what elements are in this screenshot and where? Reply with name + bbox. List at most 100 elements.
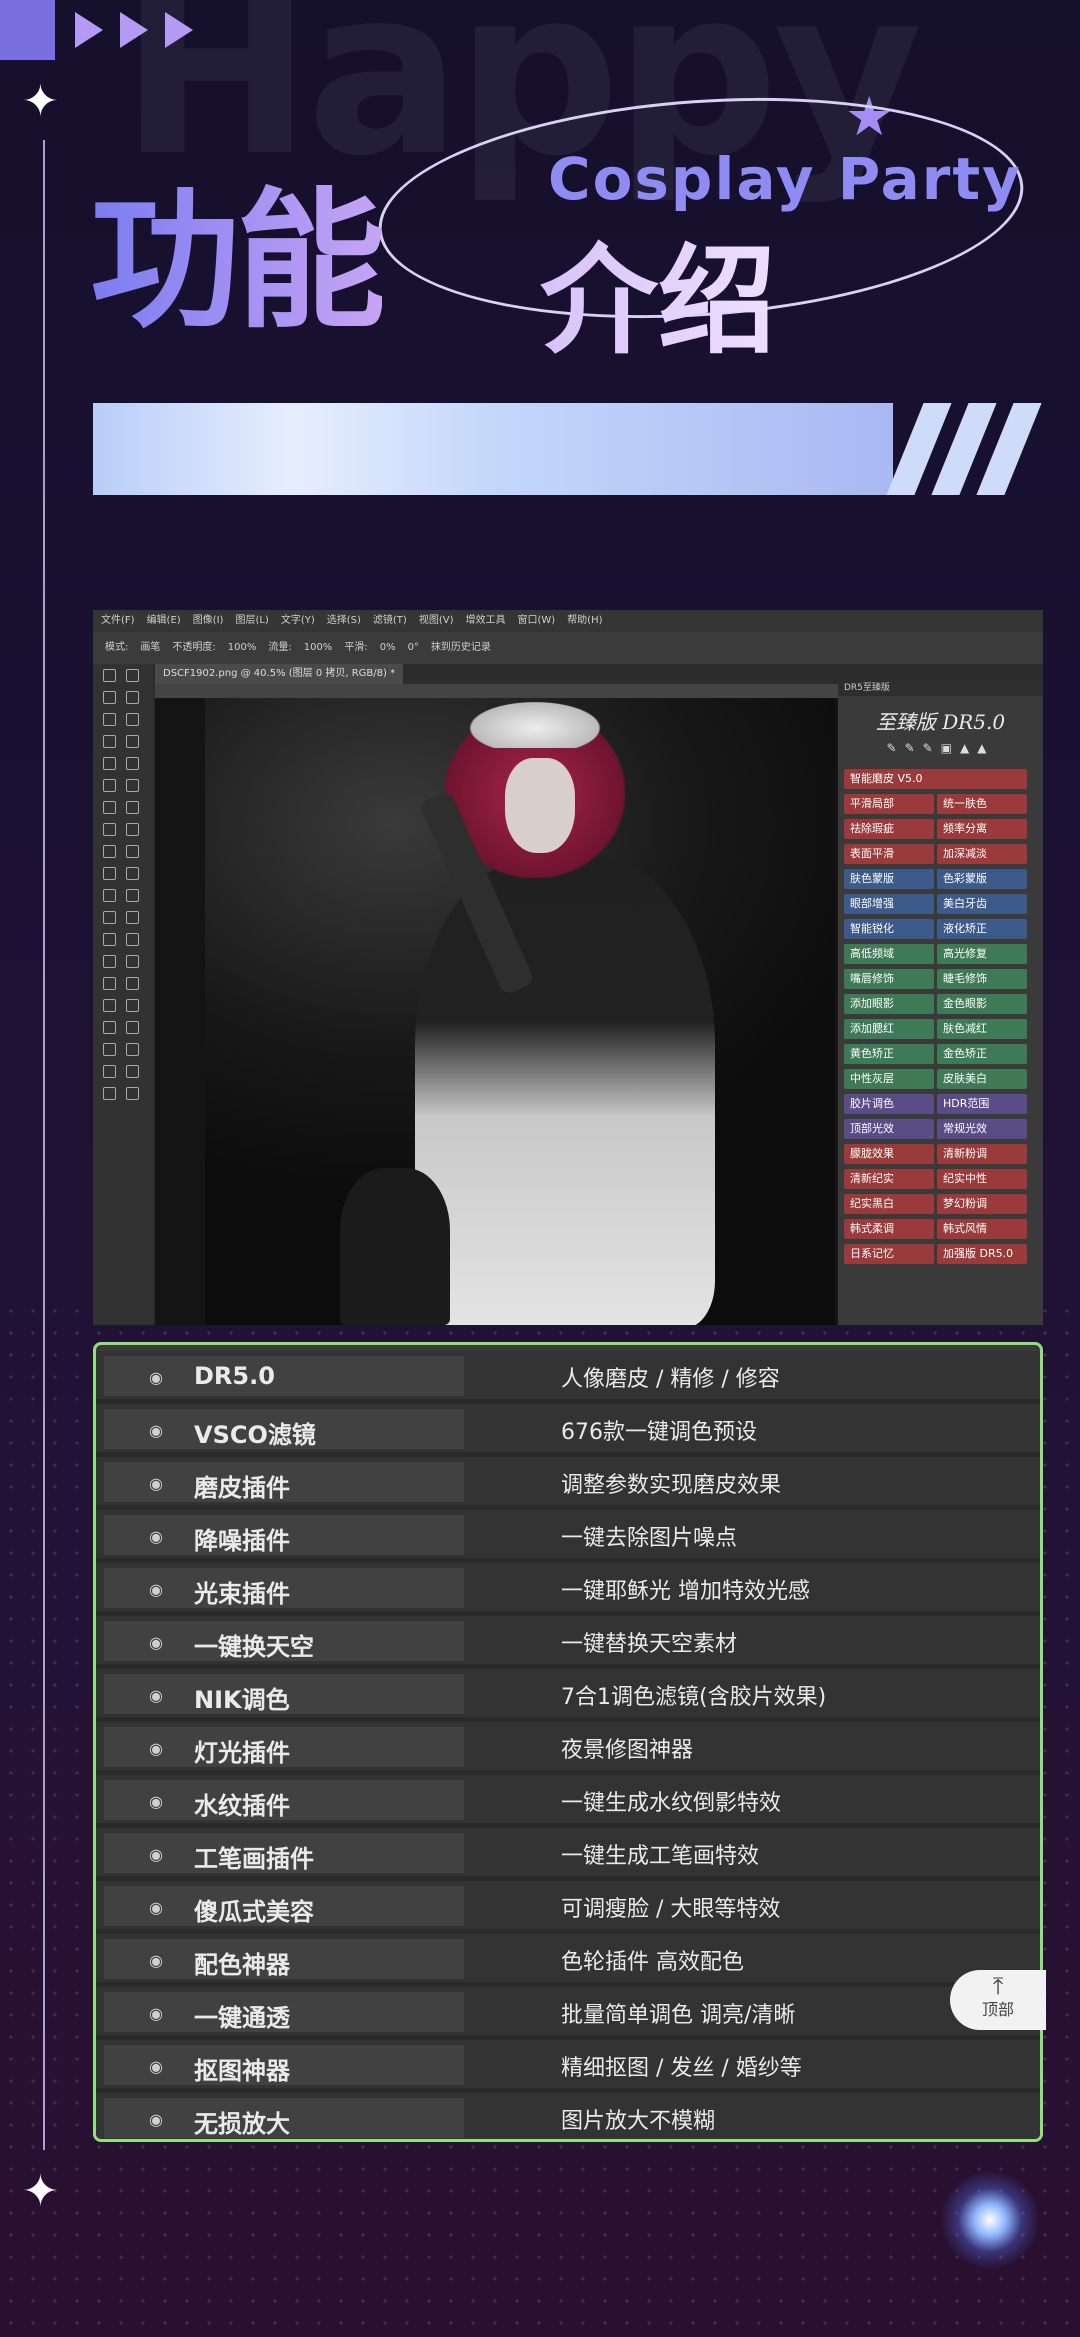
- eye-icon[interactable]: ◉: [149, 1474, 163, 1493]
- dr5-button[interactable]: 肤色减红: [937, 1019, 1027, 1039]
- dr5-button[interactable]: 眼部增强: [844, 894, 934, 914]
- dr5-button[interactable]: 加深减淡: [937, 844, 1027, 864]
- ps-tool-icon[interactable]: [103, 977, 116, 990]
- ps-tool-icon[interactable]: [103, 779, 116, 792]
- ps-menu-item[interactable]: 文件(F): [101, 615, 135, 626]
- ps-option-item[interactable]: 0°: [408, 642, 419, 653]
- ps-tool-icon[interactable]: [103, 845, 116, 858]
- dr5-button[interactable]: 清新纪实: [844, 1169, 934, 1189]
- ps-option-item[interactable]: 100%: [304, 642, 333, 653]
- dr5-button[interactable]: 智能锐化: [844, 919, 934, 939]
- dr5-button[interactable]: 添加眼影: [844, 994, 934, 1014]
- ps-tool-icon[interactable]: [126, 1021, 139, 1034]
- ps-tool-icon[interactable]: [103, 713, 116, 726]
- ps-tool-icon[interactable]: [126, 867, 139, 880]
- dr5-button[interactable]: 平滑局部: [844, 794, 934, 814]
- ps-menu-item[interactable]: 帮助(H): [567, 615, 602, 626]
- ps-menu-item[interactable]: 编辑(E): [147, 615, 181, 626]
- dr5-button[interactable]: 黄色矫正: [844, 1044, 934, 1064]
- ps-tool-icon[interactable]: [103, 735, 116, 748]
- dr5-button[interactable]: 皮肤美白: [937, 1069, 1027, 1089]
- ps-tool-icon[interactable]: [126, 1065, 139, 1078]
- ps-menu-item[interactable]: 文字(Y): [281, 615, 315, 626]
- ps-tool-icon[interactable]: [103, 867, 116, 880]
- ps-tool-icon[interactable]: [103, 1043, 116, 1056]
- dr5-button[interactable]: 嘴唇修饰: [844, 969, 934, 989]
- ps-tool-icon[interactable]: [103, 757, 116, 770]
- dr5-button[interactable]: 祛除瑕疵: [844, 819, 934, 839]
- eye-icon[interactable]: ◉: [149, 1951, 163, 1970]
- dr5-button[interactable]: 添加腮红: [844, 1019, 934, 1039]
- ps-tool-icon[interactable]: [103, 1087, 116, 1100]
- ps-tool-icon[interactable]: [126, 955, 139, 968]
- dr5-button[interactable]: 高低频域: [844, 944, 934, 964]
- ps-option-item[interactable]: 模式:: [105, 642, 128, 653]
- eye-icon[interactable]: ◉: [149, 1633, 163, 1652]
- dr5-button[interactable]: HDR范围: [937, 1094, 1027, 1114]
- ps-tool-icon[interactable]: [103, 801, 116, 814]
- ps-tool-icon[interactable]: [126, 889, 139, 902]
- eye-icon[interactable]: ◉: [149, 1739, 163, 1758]
- ps-menu-item[interactable]: 滤镜(T): [373, 615, 407, 626]
- dr5-button[interactable]: 统一肤色: [937, 794, 1027, 814]
- ps-menu-item[interactable]: 窗口(W): [517, 615, 555, 626]
- ps-menu-item[interactable]: 增效工具: [465, 615, 505, 626]
- dr5-button[interactable]: 金色矫正: [937, 1044, 1027, 1064]
- ps-tool-icon[interactable]: [126, 845, 139, 858]
- ps-document-tab[interactable]: DSCF1902.png @ 40.5% (图层 0 拷贝, RGB/8) *: [155, 664, 404, 684]
- dr5-button[interactable]: 朦胧效果: [844, 1144, 934, 1164]
- dr5-button[interactable]: 常规光效: [937, 1119, 1027, 1139]
- ps-option-item[interactable]: 流量:: [268, 642, 291, 653]
- dr5-button[interactable]: 韩式柔调: [844, 1219, 934, 1239]
- eye-icon[interactable]: ◉: [149, 1686, 163, 1705]
- dr5-button[interactable]: 液化矫正: [937, 919, 1027, 939]
- ps-tool-icon[interactable]: [126, 669, 139, 682]
- ps-tool-icon[interactable]: [103, 889, 116, 902]
- ps-tool-icon[interactable]: [103, 1065, 116, 1078]
- ps-tool-icon[interactable]: [103, 1021, 116, 1034]
- eye-icon[interactable]: ◉: [149, 1527, 163, 1546]
- eye-icon[interactable]: ◉: [149, 1845, 163, 1864]
- eye-icon[interactable]: ◉: [149, 1368, 163, 1387]
- dr5-button[interactable]: 加强版 DR5.0: [937, 1244, 1027, 1264]
- ps-tool-icon[interactable]: [126, 691, 139, 704]
- ps-menu-item[interactable]: 图像(I): [193, 615, 224, 626]
- ps-tool-icon[interactable]: [126, 735, 139, 748]
- back-to-top-button[interactable]: ⤒ 顶部: [950, 1970, 1046, 2030]
- dr5-button[interactable]: 中性灰层: [844, 1069, 934, 1089]
- ps-tool-icon[interactable]: [126, 801, 139, 814]
- ps-menu-item[interactable]: 视图(V): [419, 615, 454, 626]
- dr5-button[interactable]: 睫毛修饰: [937, 969, 1027, 989]
- eye-icon[interactable]: ◉: [149, 1792, 163, 1811]
- dr5-button[interactable]: 表面平滑: [844, 844, 934, 864]
- eye-icon[interactable]: ◉: [149, 2057, 163, 2076]
- dr5-button[interactable]: 梦幻粉调: [937, 1194, 1027, 1214]
- ps-tool-icon[interactable]: [126, 1043, 139, 1056]
- ps-tool-icon[interactable]: [126, 933, 139, 946]
- ps-tool-icon[interactable]: [103, 823, 116, 836]
- dr5-button[interactable]: 智能磨皮 V5.0: [844, 769, 1027, 789]
- ps-tool-icon[interactable]: [126, 713, 139, 726]
- dr5-button[interactable]: 色彩蒙版: [937, 869, 1027, 889]
- dr5-button[interactable]: 清新粉调: [937, 1144, 1027, 1164]
- ps-tool-icon[interactable]: [103, 999, 116, 1012]
- ps-tool-icon[interactable]: [126, 911, 139, 924]
- ps-option-item[interactable]: 100%: [228, 642, 257, 653]
- ps-option-item[interactable]: 0%: [380, 642, 396, 653]
- dr5-button[interactable]: 高光修复: [937, 944, 1027, 964]
- ps-menu-item[interactable]: 图层(L): [235, 615, 268, 626]
- ps-tool-icon[interactable]: [103, 955, 116, 968]
- eye-icon[interactable]: ◉: [149, 2004, 163, 2023]
- dr5-button[interactable]: 纪实黑白: [844, 1194, 934, 1214]
- ps-tool-icon[interactable]: [103, 669, 116, 682]
- dr5-button[interactable]: 韩式风情: [937, 1219, 1027, 1239]
- ps-menu-item[interactable]: 选择(S): [327, 615, 361, 626]
- dr5-panel-tab[interactable]: DR5至臻版: [838, 680, 1043, 696]
- dr5-button[interactable]: 金色眼影: [937, 994, 1027, 1014]
- dr5-button[interactable]: 纪实中性: [937, 1169, 1027, 1189]
- eye-icon[interactable]: ◉: [149, 1898, 163, 1917]
- dr5-button[interactable]: 胶片调色: [844, 1094, 934, 1114]
- ps-tool-icon[interactable]: [103, 911, 116, 924]
- ps-option-item[interactable]: 画笔: [140, 642, 160, 653]
- eye-icon[interactable]: ◉: [149, 1421, 163, 1440]
